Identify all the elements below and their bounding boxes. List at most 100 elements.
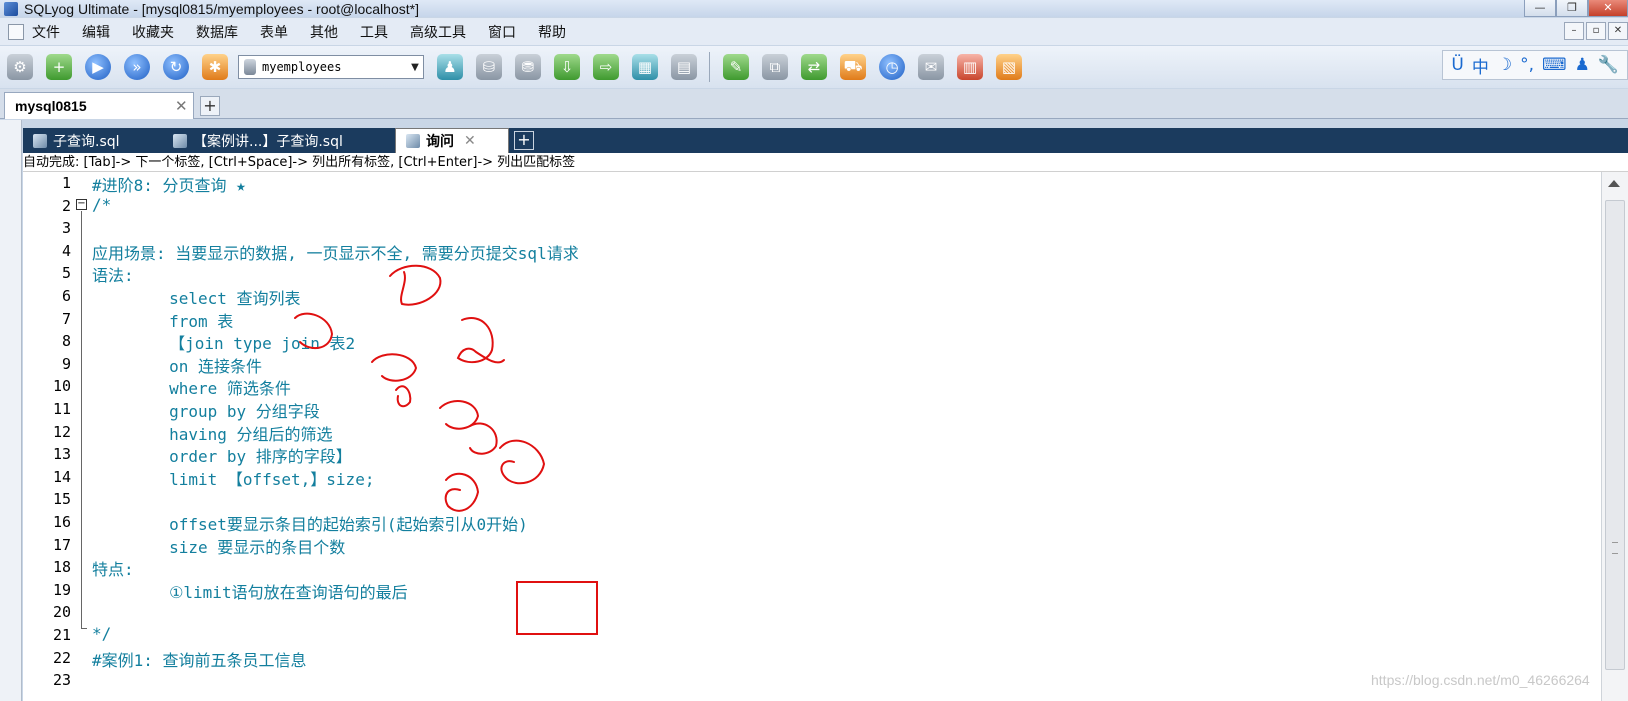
execute-query-button[interactable]: ▶ <box>82 51 114 83</box>
menu-edit[interactable]: 编辑 <box>82 22 110 42</box>
menu-tools[interactable]: 工具 <box>360 22 388 42</box>
menu-favorites[interactable]: 收藏夹 <box>132 22 174 42</box>
chevron-down-icon[interactable]: ▼ <box>407 62 423 73</box>
ime-settings-icon[interactable]: 🔧 <box>1598 55 1619 75</box>
code-line[interactable]: where 筛选条件 <box>92 375 291 399</box>
code-line[interactable]: group by 分组字段 <box>92 398 320 422</box>
new-connection-button[interactable]: + <box>43 51 75 83</box>
connection-tab-mysql0815[interactable]: mysql0815 ✕ <box>4 92 194 119</box>
notifications-button[interactable]: ✉ <box>915 51 947 83</box>
export-icon: ⇨ <box>593 54 619 80</box>
menu-table[interactable]: 表单 <box>260 22 288 42</box>
code-line[interactable]: on 连接条件 <box>92 353 262 377</box>
code-line[interactable]: limit 【offset,】size; <box>92 466 374 490</box>
code-line[interactable]: select 查询列表 <box>92 285 300 309</box>
ime-user-icon[interactable]: ♟ <box>1575 55 1590 75</box>
autocomplete-hint: 自动完成: [Tab]-> 下一个标签, [Ctrl+Space]-> 列出所有… <box>23 153 1628 172</box>
code-line[interactable]: 特点: <box>92 556 134 580</box>
scheduler-button[interactable]: ◷ <box>876 51 908 83</box>
ime-keyboard-icon[interactable]: ⌨ <box>1542 55 1567 75</box>
editor-tab-query[interactable]: 询问 ✕ <box>395 128 509 153</box>
code-line[interactable]: order by 排序的字段】 <box>92 443 352 467</box>
restore-button-tb[interactable]: ⛃ <box>512 51 544 83</box>
mdi-minimize-button[interactable]: – <box>1564 22 1584 40</box>
editor-tab-label: 询问 <box>426 134 454 150</box>
sql-formatter-button[interactable]: ▥ <box>954 51 986 83</box>
connect-icon: ⚙ <box>7 54 33 80</box>
editor-tab-label: 【案例讲...】子查询.sql <box>193 133 343 150</box>
new-query-tab-button[interactable]: + <box>514 131 534 150</box>
fold-toggle-icon[interactable]: − <box>76 199 87 210</box>
menu-help[interactable]: 帮助 <box>538 22 566 42</box>
scrollbar-grip <box>1612 542 1618 554</box>
editor-tab-case-subquery[interactable]: 【案例讲...】子查询.sql <box>163 128 395 153</box>
add-connection-button[interactable]: + <box>200 96 220 116</box>
code-line[interactable]: 应用场景: 当要显示的数据, 一页显示不全, 需要分页提交sql请求 <box>92 240 579 264</box>
menu-others[interactable]: 其他 <box>310 22 338 42</box>
close-icon[interactable]: ✕ <box>464 133 476 149</box>
database-selector[interactable]: myemployees ▼ <box>238 55 424 79</box>
window-title: SQLyog Ultimate - [mysql0815/myemployees… <box>24 0 419 17</box>
backup-button[interactable]: ⛁ <box>473 51 505 83</box>
ime-chinese-toggle[interactable]: 中 <box>1472 53 1489 78</box>
object-browser-collapsed[interactable] <box>0 120 22 701</box>
window-controls: — ❐ ✕ <box>1524 0 1628 17</box>
restore-button[interactable]: ❐ <box>1556 0 1588 17</box>
history-button[interactable]: ▧ <box>993 51 1025 83</box>
document-icon[interactable] <box>8 23 24 40</box>
editor-tab-subquery[interactable]: 子查询.sql <box>23 128 163 153</box>
connect-button[interactable]: ⚙ <box>4 51 36 83</box>
code-line[interactable]: 【join type join 表2 <box>92 330 355 354</box>
minimize-button[interactable]: — <box>1524 0 1556 17</box>
scroll-up-icon[interactable] <box>1608 180 1620 187</box>
code-line[interactable]: #进阶8: 分页查询 ★ <box>92 172 246 196</box>
line-number: 21 <box>52 626 71 644</box>
line-number: 1 <box>61 174 71 192</box>
scrollbar-thumb[interactable] <box>1605 200 1625 670</box>
execute-query-icon: ▶ <box>85 54 111 80</box>
code-line[interactable]: /* <box>92 195 111 214</box>
menu-power-tools[interactable]: 高级工具 <box>410 22 466 42</box>
code-line[interactable]: */ <box>92 624 111 643</box>
object-browser-button[interactable]: ✱ <box>199 51 231 83</box>
mdi-close-button[interactable]: ✕ <box>1608 22 1628 40</box>
code-line[interactable]: having 分组后的筛选 <box>92 421 332 445</box>
ime-moon-icon[interactable]: ☽ <box>1497 55 1512 75</box>
menu-file[interactable]: 文件 <box>32 22 60 42</box>
editor-vertical-scrollbar[interactable] <box>1601 172 1628 701</box>
code-line[interactable]: ①limit语句放在查询语句的最后 <box>92 579 408 603</box>
user-manager-button[interactable]: ♟ <box>434 51 466 83</box>
mdi-restore-button[interactable]: ▫ <box>1586 22 1606 40</box>
migration-button[interactable]: ⛟ <box>837 51 869 83</box>
code-line[interactable]: #案例1: 查询前五条员工信息 <box>92 647 307 671</box>
code-line[interactable]: size 要显示的条目个数 <box>92 534 345 558</box>
menu-database[interactable]: 数据库 <box>196 22 238 42</box>
code-line[interactable]: from 表 <box>92 308 233 332</box>
copy-database-button[interactable]: ⧉ <box>759 51 791 83</box>
toolbar: ⚙ + ▶ » ↻ ✱ myemployees ▼ ♟ ⛁ ⛃ ⇩ ⇨ ▦ ▤ … <box>0 46 1628 88</box>
user-manager-icon: ♟ <box>437 54 463 80</box>
line-number: 6 <box>61 287 71 305</box>
import-button[interactable]: ⇩ <box>551 51 583 83</box>
query-builder-button[interactable]: ✎ <box>720 51 752 83</box>
title-bar: SQLyog Ultimate - [mysql0815/myemployees… <box>0 0 1628 17</box>
line-number: 8 <box>61 332 71 351</box>
ime-toolbar: Ü 中 ☽ °, ⌨ ♟ 🔧 <box>1442 50 1628 80</box>
export-button[interactable]: ⇨ <box>590 51 622 83</box>
table-data-button[interactable]: ▦ <box>629 51 661 83</box>
close-button[interactable]: ✕ <box>1588 0 1628 17</box>
close-icon[interactable]: ✕ <box>175 97 193 115</box>
refresh-button[interactable]: ↻ <box>160 51 192 83</box>
code-line[interactable]: offset要显示条目的起始索引(起始索引从0开始) <box>92 511 528 535</box>
execute-all-button[interactable]: » <box>121 51 153 83</box>
schema-designer-button[interactable]: ▤ <box>668 51 700 83</box>
ime-logo-icon[interactable]: Ü <box>1451 55 1463 75</box>
line-number: 15 <box>52 490 71 509</box>
line-number: 7 <box>61 309 71 328</box>
query-editor[interactable]: − 1 #进阶8: 分页查询 ★ 2 /* 3 4 应用场景: 当要显示的数据, 一页显示不… <box>23 172 1601 701</box>
menu-window[interactable]: 窗口 <box>488 22 516 42</box>
line-number: 4 <box>61 241 71 260</box>
code-line[interactable]: 语法: <box>92 262 134 286</box>
ime-punctuation-icon[interactable]: °, <box>1520 55 1534 75</box>
sync-button[interactable]: ⇄ <box>798 51 830 83</box>
